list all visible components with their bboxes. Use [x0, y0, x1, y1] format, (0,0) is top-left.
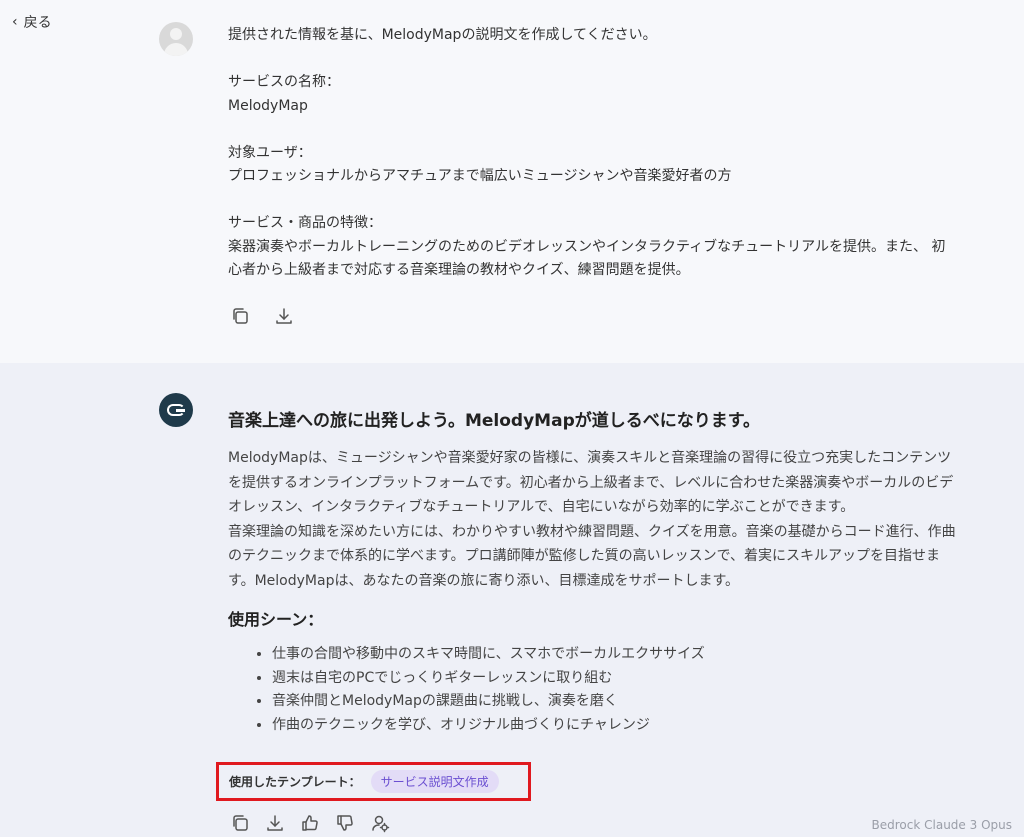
ai-message-section: 音楽上達への旅に出発しよう。MelodyMapが道しるべになります。 Melod… [0, 363, 1024, 837]
ai-message-content: 音楽上達への旅に出発しよう。MelodyMapが道しるべになります。 Melod… [228, 408, 1008, 737]
list-item: 作曲のテクニックを学び、オリジナル曲づくりにチャレンジ [272, 714, 1008, 738]
list-item: 音楽仲間とMelodyMapの課題曲に挑戦し、演奏を磨く [272, 690, 1008, 714]
ai-response-title: 音楽上達への旅に出発しよう。MelodyMapが道しるべになります。 [228, 411, 761, 431]
download-icon[interactable] [273, 305, 295, 327]
list-item: 週末は自宅のPCでじっくりギターレッスンに取り組む [272, 667, 1008, 691]
user-line: プロフェッショナルからアマチュアまで幅広いミュージシャンや音楽愛好者の方 [228, 168, 732, 184]
ai-body-line: 音楽理論の知識を深めたい方には、わかりやすい教材や練習問題、クイズを用意。音楽の… [228, 523, 956, 540]
back-button[interactable]: ‹ 戻る [12, 12, 52, 32]
user-line: 楽器演奏やボーカルトレーニングのためのビデオレッスンやインタラクティブなチュート… [228, 238, 946, 255]
ai-message-actions [229, 812, 391, 834]
ai-logo-icon [167, 404, 185, 416]
template-used-label: 使用したテンプレート： [229, 775, 361, 789]
usage-scenes-list: 仕事の合間や移動中のスキマ時間に、スマホでボーカルエクササイズ 週末は自宅のPC… [228, 643, 1008, 737]
ai-avatar [159, 393, 193, 427]
ai-body-line: のテクニックまで体系的に学べます。プロ講師陣が監修した質の高いレッスンで、着実に… [228, 548, 941, 564]
template-used-highlight: 使用したテンプレート： サービス説明文作成 [216, 762, 531, 801]
prompt-settings-icon[interactable] [369, 812, 391, 834]
list-item: 仕事の合間や移動中のスキマ時間に、スマホでボーカルエクササイズ [272, 643, 1008, 667]
usage-scenes-heading: 使用シーン： [228, 610, 324, 629]
user-line: MelodyMap [228, 97, 308, 114]
model-name-label: Bedrock Claude 3 Opus [871, 818, 1012, 832]
user-line: サービスの名称： [228, 74, 340, 90]
ai-body-line: MelodyMapは、ミュージシャンや音楽愛好家の皆様に、演奏スキルと音楽理論の… [228, 450, 952, 466]
avatar-shoulders-shape [164, 43, 188, 56]
chevron-left-icon: ‹ [12, 14, 18, 30]
user-line: 対象ユーザ： [228, 144, 312, 161]
ai-body-line: を提供するオンラインプラットフォームです。初心者から上級者まで、レベルに合わせた… [228, 474, 954, 491]
avatar-head-shape [170, 28, 182, 40]
thumbs-up-icon[interactable] [299, 812, 321, 834]
user-line: 心者から上級者まで対応する音楽理論の教材やクイズ、練習問題を提供。 [228, 262, 690, 278]
user-line: 提供された情報を基に、MelodyMapの説明文を作成してください。 [228, 27, 657, 43]
user-message-actions [229, 305, 295, 327]
user-message-section: 提供された情報を基に、MelodyMapの説明文を作成してください。 サービスの… [0, 0, 1024, 363]
back-label: 戻る [23, 15, 52, 31]
copy-icon[interactable] [229, 812, 251, 834]
ai-body-line: す。MelodyMapは、あなたの音楽の旅に寄り添い、目標達成をサポートします。 [228, 572, 740, 589]
template-chip[interactable]: サービス説明文作成 [370, 770, 499, 793]
copy-icon[interactable] [229, 305, 251, 327]
thumbs-down-icon[interactable] [334, 812, 356, 834]
ai-body-line: オレッスン、インタラクティブなチュートリアルで、自宅にいながら効率的に学ぶことが… [228, 499, 855, 515]
download-icon[interactable] [264, 812, 286, 834]
ai-response-body: MelodyMapは、ミュージシャンや音楽愛好家の皆様に、演奏スキルと音楽理論の… [228, 446, 1008, 593]
user-line: サービス・商品の特徴： [228, 215, 382, 231]
user-message-text: 提供された情報を基に、MelodyMapの説明文を作成してください。 サービスの… [228, 24, 1008, 283]
user-avatar [159, 22, 193, 56]
